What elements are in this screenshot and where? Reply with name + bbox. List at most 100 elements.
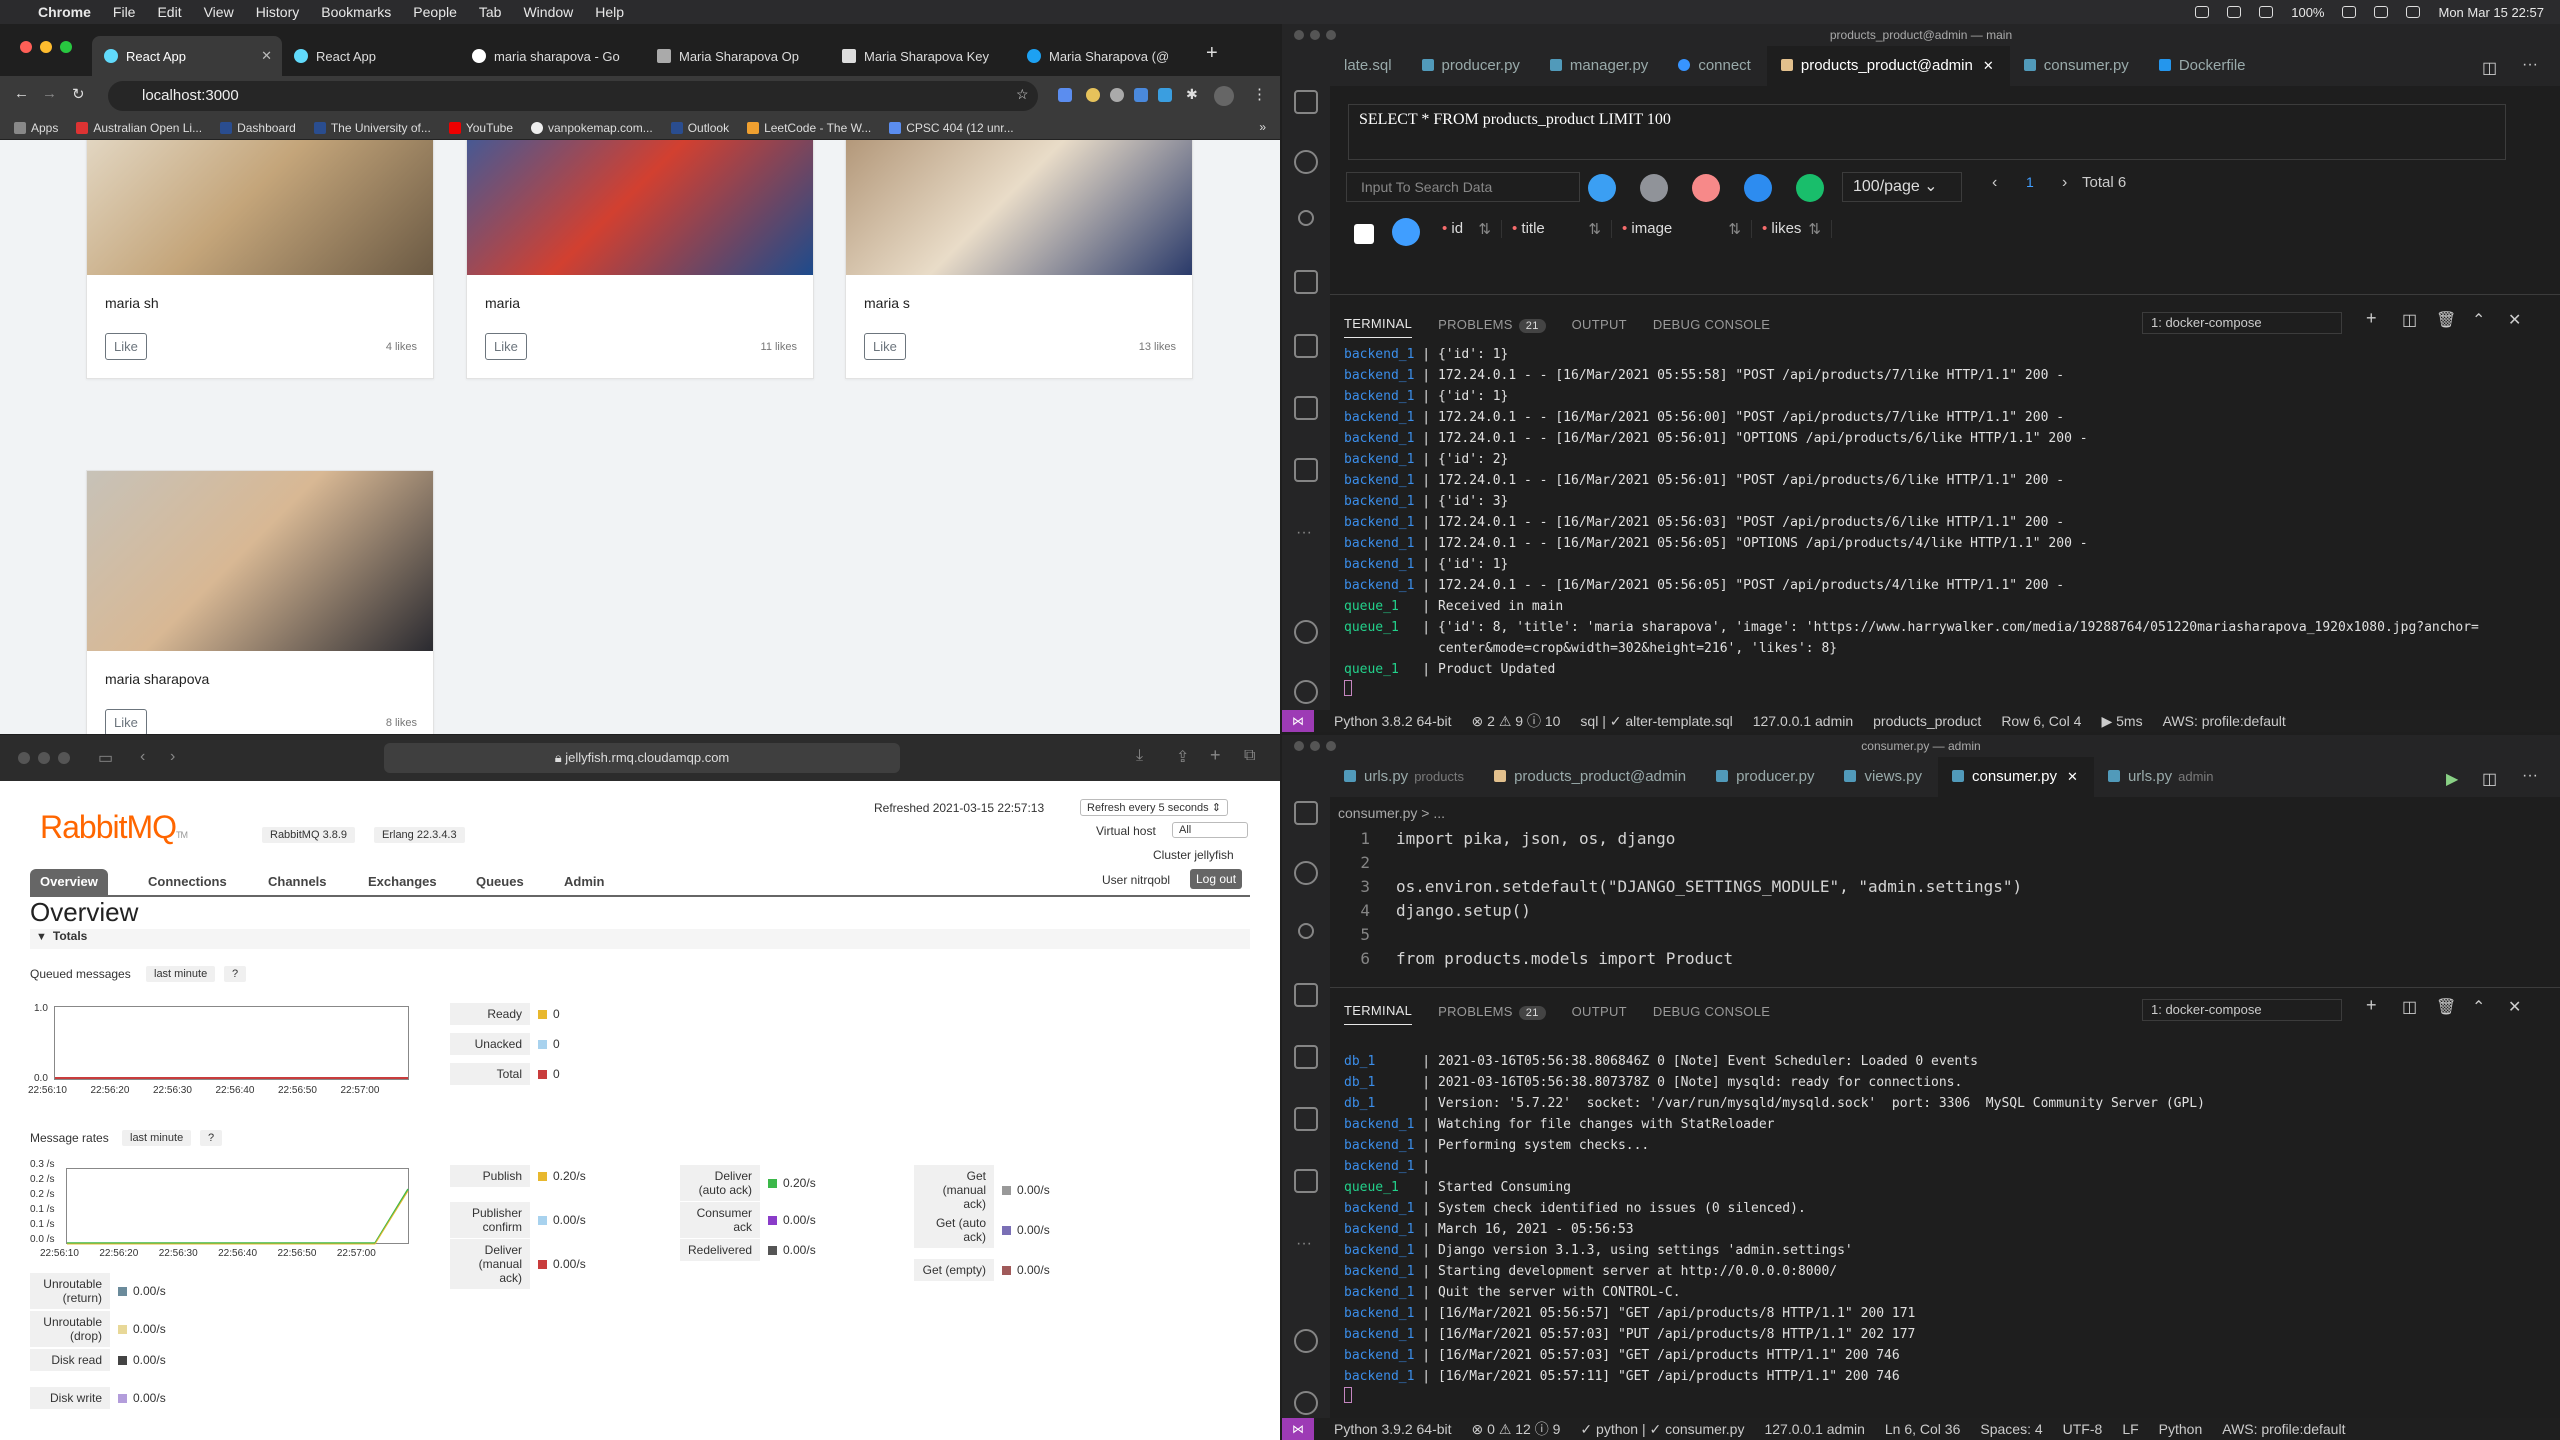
search-icon[interactable] — [1294, 861, 1318, 885]
notification-icon[interactable] — [2227, 6, 2242, 18]
like-button[interactable]: Like — [485, 333, 527, 360]
sql-query-editor[interactable]: SELECT * FROM products_product LIMIT 100 — [1348, 104, 2506, 160]
close-panel-icon[interactable]: ✕ — [2508, 997, 2521, 1017]
more-icon[interactable]: ··· — [1296, 524, 1312, 542]
status-item[interactable]: Python 3.9.2 64-bit — [1334, 1421, 1452, 1437]
explorer-icon[interactable] — [1294, 90, 1318, 114]
menu-edit[interactable]: Edit — [157, 4, 181, 20]
tab-views[interactable]: views.py — [1830, 757, 1938, 797]
explorer-icon[interactable] — [1294, 801, 1318, 825]
remote-icon[interactable]: ⋈ — [1282, 1418, 1314, 1440]
puzzle-icon[interactable]: ✱ — [1186, 86, 1198, 103]
split-terminal-icon[interactable]: ◫ — [2402, 997, 2417, 1017]
terminal-output[interactable]: db_1 | 2021-03-16T05:56:38.806846Z 0 [No… — [1344, 1051, 2550, 1417]
settings-button[interactable] — [1588, 174, 1616, 202]
wifi-icon[interactable] — [2374, 6, 2389, 18]
wechat-icon[interactable] — [2195, 6, 2210, 18]
status-item[interactable]: AWS: profile:default — [2163, 713, 2286, 729]
status-item[interactable]: ⊗ 2 ⚠ 9 ⓘ 10 — [1472, 711, 1561, 731]
search-data-input[interactable]: Input To Search Data — [1346, 172, 1580, 202]
run-button[interactable] — [1796, 174, 1824, 202]
gear-icon[interactable] — [1294, 680, 1318, 704]
tab-sql[interactable]: late.sql — [1330, 46, 1408, 86]
next-page-icon[interactable]: › — [2062, 174, 2067, 192]
menu-file[interactable]: File — [113, 4, 136, 20]
tab-output[interactable]: OUTPUT — [1572, 317, 1627, 332]
column-header-likes[interactable]: • likes ⇅ — [1752, 220, 1832, 238]
tab-overview[interactable]: Overview — [30, 869, 108, 895]
extension-icon[interactable] — [1134, 88, 1148, 102]
delete-button[interactable] — [1692, 174, 1720, 202]
bookmark-item[interactable]: Outlook — [670, 121, 729, 135]
close-tab-icon[interactable]: ✕ — [1983, 58, 1994, 73]
forward-icon[interactable]: › — [170, 748, 175, 766]
status-item[interactable]: AWS: profile:default — [2222, 1421, 2345, 1437]
sort-icon[interactable]: ⇅ — [1808, 220, 1821, 238]
range-button[interactable]: last minute — [146, 966, 216, 982]
chrome-tab-twitter[interactable]: Maria Sharapova (@ — [1015, 36, 1195, 76]
download-icon[interactable]: ⤓ — [1136, 747, 1143, 765]
avatar[interactable] — [1214, 86, 1234, 106]
sort-icon[interactable]: ⇅ — [1728, 220, 1741, 238]
url-input[interactable]: 🔒︎ jellyfish.rmq.cloudamqp.com — [384, 743, 900, 773]
account-icon[interactable] — [1294, 1329, 1318, 1353]
extensions-icon[interactable] — [1294, 396, 1318, 420]
remote-icon[interactable]: ⋈ — [1282, 710, 1314, 732]
split-terminal-icon[interactable]: ◫ — [2402, 310, 2417, 330]
split-editor-icon[interactable]: ◫ — [2482, 769, 2497, 789]
bookmark-item[interactable]: vanpokemap.com... — [531, 121, 653, 135]
menubar-clock[interactable]: Mon Mar 15 22:57 — [2438, 5, 2544, 20]
help-button[interactable]: ? — [200, 1130, 223, 1146]
remote-explorer-icon[interactable] — [1294, 1045, 1318, 1069]
extension-icon[interactable] — [1058, 88, 1072, 102]
forward-icon[interactable]: → — [42, 85, 57, 102]
zoom-window-button[interactable] — [58, 752, 70, 764]
status-item[interactable]: sql | ✓ alter-template.sql — [1580, 713, 1732, 730]
bookmark-item[interactable]: Australian Open Li... — [76, 121, 202, 135]
tab-consumer[interactable]: consumer.py — [2010, 46, 2145, 86]
bookmark-star-icon[interactable]: ☆ — [1016, 86, 1029, 103]
bookmark-item[interactable]: The University of... — [313, 121, 431, 135]
zoom-window-button[interactable] — [1326, 30, 1336, 40]
new-tab-icon[interactable]: + — [1210, 745, 1221, 766]
status-item[interactable]: ⊗ 0 ⚠ 12 ⓘ 9 — [1472, 1419, 1561, 1439]
status-item[interactable]: Spaces: 4 — [1980, 1421, 2042, 1437]
status-item[interactable]: products_product — [1873, 713, 1981, 729]
like-button[interactable]: Like — [864, 333, 906, 360]
close-window-button[interactable] — [1294, 741, 1304, 751]
maximize-panel-icon[interactable]: ⌃ — [2472, 997, 2485, 1017]
close-window-button[interactable] — [18, 752, 30, 764]
close-window-button[interactable] — [20, 41, 32, 53]
more-actions-icon[interactable]: ··· — [2522, 767, 2538, 785]
status-item[interactable]: Python 3.8.2 64-bit — [1334, 713, 1452, 729]
zoom-window-button[interactable] — [1326, 741, 1336, 751]
account-icon[interactable] — [1294, 620, 1318, 644]
tab-queues[interactable]: Queues — [466, 869, 534, 895]
column-header-title[interactable]: • title ⇅ — [1502, 220, 1612, 238]
close-window-button[interactable] — [1294, 30, 1304, 40]
current-page[interactable]: 1 — [2026, 174, 2034, 190]
menu-tab[interactable]: Tab — [479, 4, 502, 20]
run-file-icon[interactable]: ▶ — [2446, 769, 2458, 789]
run-debug-icon[interactable] — [1294, 983, 1318, 1007]
menu-app-name[interactable]: Chrome — [38, 4, 91, 20]
like-button[interactable]: Like — [105, 709, 147, 734]
search-icon[interactable] — [1392, 218, 1420, 246]
extension-icon[interactable] — [1110, 88, 1124, 102]
share-icon[interactable]: ⇪ — [1176, 747, 1189, 767]
tab-channels[interactable]: Channels — [258, 869, 337, 895]
tab-terminal[interactable]: TERMINAL — [1344, 316, 1413, 338]
trash-icon[interactable]: 🗑︎ — [2436, 310, 2456, 330]
remote-explorer-icon[interactable] — [1294, 334, 1318, 358]
tab-urls-products[interactable]: urls.py products — [1330, 757, 1480, 797]
minimize-window-button[interactable] — [1310, 741, 1320, 751]
bookmark-item[interactable]: LeetCode - The W... — [747, 121, 871, 135]
source-control-icon[interactable] — [1298, 210, 1314, 226]
menu-help[interactable]: Help — [595, 4, 624, 20]
back-icon[interactable]: ← — [14, 85, 29, 102]
chrome-tab-react-app-1[interactable]: React App ✕ — [92, 36, 282, 76]
chrome-tab-google[interactable]: maria sharapova - Go — [460, 36, 640, 76]
chrome-tab-key[interactable]: Maria Sharapova Key — [830, 36, 1010, 76]
extension-icon[interactable] — [1086, 88, 1100, 102]
status-item[interactable]: ▶ 5ms — [2101, 713, 2142, 730]
